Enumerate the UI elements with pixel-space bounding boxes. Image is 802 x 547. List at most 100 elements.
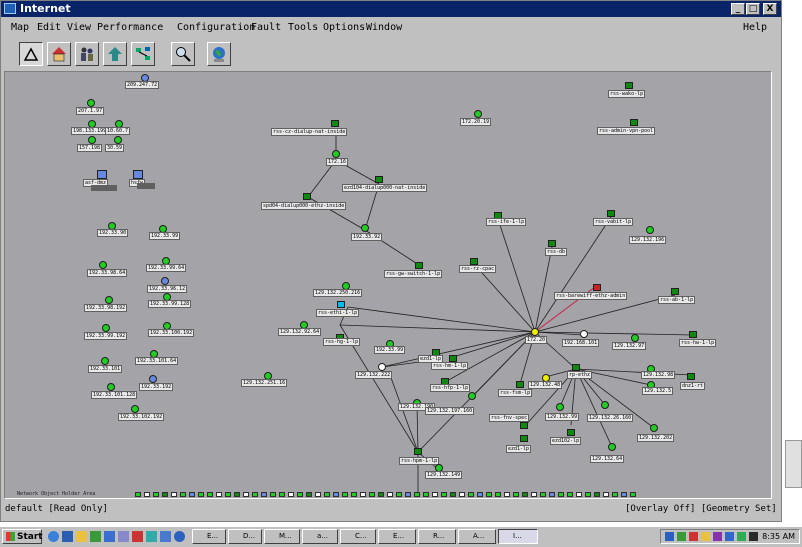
firewall-node[interactable] bbox=[133, 170, 143, 179]
holder-object[interactable] bbox=[612, 492, 618, 497]
app-icon[interactable] bbox=[104, 531, 115, 542]
holder-object[interactable] bbox=[144, 492, 150, 497]
network-map-canvas[interactable]: 209.247.72 207.1.97 198.133.199 10.60.7 … bbox=[4, 71, 772, 499]
network-node[interactable] bbox=[556, 403, 564, 411]
menu-fault[interactable]: Fault bbox=[251, 22, 281, 33]
holder-object[interactable] bbox=[585, 492, 591, 497]
tray-icon[interactable] bbox=[725, 532, 734, 541]
app-icon[interactable] bbox=[118, 531, 129, 542]
network-node[interactable] bbox=[107, 383, 115, 391]
menu-configuration[interactable]: Configuration bbox=[177, 22, 255, 33]
holder-object[interactable] bbox=[495, 492, 501, 497]
holder-object[interactable] bbox=[423, 492, 429, 497]
holder-object[interactable] bbox=[207, 492, 213, 497]
router-node[interactable] bbox=[449, 355, 457, 362]
network-node[interactable] bbox=[650, 424, 658, 432]
router-node[interactable] bbox=[337, 301, 345, 308]
holder-object[interactable] bbox=[396, 492, 402, 497]
taskbar-item[interactable]: a... bbox=[302, 529, 338, 544]
router-node[interactable] bbox=[331, 120, 339, 127]
router-node[interactable] bbox=[687, 373, 695, 380]
tray-icon[interactable] bbox=[701, 532, 710, 541]
taskbar-item[interactable]: E... bbox=[192, 529, 226, 544]
menu-view[interactable]: View bbox=[67, 22, 91, 33]
network-node[interactable] bbox=[105, 296, 113, 304]
network-node[interactable] bbox=[131, 405, 139, 413]
magnifier-icon[interactable] bbox=[171, 42, 195, 66]
router-node[interactable] bbox=[630, 119, 638, 126]
house-icon[interactable] bbox=[47, 42, 71, 66]
holder-object[interactable] bbox=[558, 492, 564, 497]
tray-icon[interactable] bbox=[665, 532, 674, 541]
holder-object[interactable] bbox=[153, 492, 159, 497]
up-arrow-icon[interactable] bbox=[103, 42, 127, 66]
holder-object[interactable] bbox=[315, 492, 321, 497]
tray-icon[interactable] bbox=[749, 532, 758, 541]
holder-object[interactable] bbox=[432, 492, 438, 497]
core-node[interactable] bbox=[531, 328, 539, 336]
router-node[interactable] bbox=[520, 422, 528, 429]
network-node[interactable] bbox=[601, 401, 609, 409]
router-node[interactable] bbox=[625, 82, 633, 89]
holder-object[interactable] bbox=[252, 492, 258, 497]
router-node[interactable] bbox=[689, 331, 697, 338]
minimize-button[interactable]: _ bbox=[731, 3, 745, 15]
holder-object[interactable] bbox=[630, 492, 636, 497]
router-node[interactable] bbox=[303, 193, 311, 200]
router-node[interactable] bbox=[414, 448, 422, 455]
network-node[interactable] bbox=[580, 330, 588, 338]
holder-object[interactable] bbox=[576, 492, 582, 497]
holder-object[interactable] bbox=[459, 492, 465, 497]
holder-object[interactable] bbox=[180, 492, 186, 497]
holder-object[interactable] bbox=[261, 492, 267, 497]
router-node[interactable] bbox=[548, 240, 556, 247]
network-node[interactable] bbox=[474, 110, 482, 118]
pointer-icon[interactable] bbox=[19, 42, 43, 66]
router-node[interactable] bbox=[572, 364, 580, 371]
menu-performance[interactable]: Performance bbox=[97, 22, 163, 33]
network-node[interactable] bbox=[88, 136, 96, 144]
network-node[interactable] bbox=[102, 324, 110, 332]
network-node[interactable] bbox=[149, 375, 157, 383]
holder-object[interactable] bbox=[378, 492, 384, 497]
tray-icon[interactable] bbox=[713, 532, 722, 541]
holder-object[interactable] bbox=[522, 492, 528, 497]
holder-object[interactable] bbox=[162, 492, 168, 497]
network-node[interactable] bbox=[99, 261, 107, 269]
globe-icon[interactable] bbox=[207, 42, 231, 66]
menu-map[interactable]: Map bbox=[11, 22, 29, 33]
title-bar[interactable]: Internet _ □ X bbox=[1, 1, 781, 17]
holder-object[interactable] bbox=[603, 492, 609, 497]
holder-object[interactable] bbox=[441, 492, 447, 497]
holder-object[interactable] bbox=[468, 492, 474, 497]
holder-object[interactable] bbox=[288, 492, 294, 497]
router-node[interactable] bbox=[607, 210, 615, 217]
network-node[interactable] bbox=[361, 224, 369, 232]
router-node[interactable] bbox=[470, 258, 478, 265]
network-node[interactable] bbox=[631, 334, 639, 342]
object-holder-strip[interactable]: Network Object Holder Area bbox=[17, 491, 637, 498]
app-icon[interactable] bbox=[90, 531, 101, 542]
app-icon[interactable] bbox=[132, 531, 143, 542]
network-node[interactable] bbox=[608, 443, 616, 451]
holder-object[interactable] bbox=[414, 492, 420, 497]
taskbar-item-active[interactable]: I... bbox=[498, 529, 538, 544]
holder-object[interactable] bbox=[369, 492, 375, 497]
holder-object[interactable] bbox=[234, 492, 240, 497]
browser-icon[interactable] bbox=[48, 531, 59, 542]
holder-object[interactable] bbox=[171, 492, 177, 497]
taskbar-item[interactable]: M... bbox=[264, 529, 300, 544]
holder-object[interactable] bbox=[549, 492, 555, 497]
start-button[interactable]: Start bbox=[2, 529, 43, 544]
app-icon[interactable] bbox=[160, 531, 171, 542]
holder-object[interactable] bbox=[333, 492, 339, 497]
menu-window[interactable]: Window bbox=[366, 22, 402, 33]
maximize-button[interactable]: □ bbox=[746, 3, 760, 15]
firewall-node[interactable] bbox=[97, 170, 107, 179]
holder-object[interactable] bbox=[387, 492, 393, 497]
app-icon[interactable] bbox=[146, 531, 157, 542]
holder-object[interactable] bbox=[279, 492, 285, 497]
menu-help[interactable]: Help bbox=[743, 22, 767, 33]
holder-object[interactable] bbox=[324, 492, 330, 497]
taskbar-item[interactable]: C... bbox=[340, 529, 376, 544]
